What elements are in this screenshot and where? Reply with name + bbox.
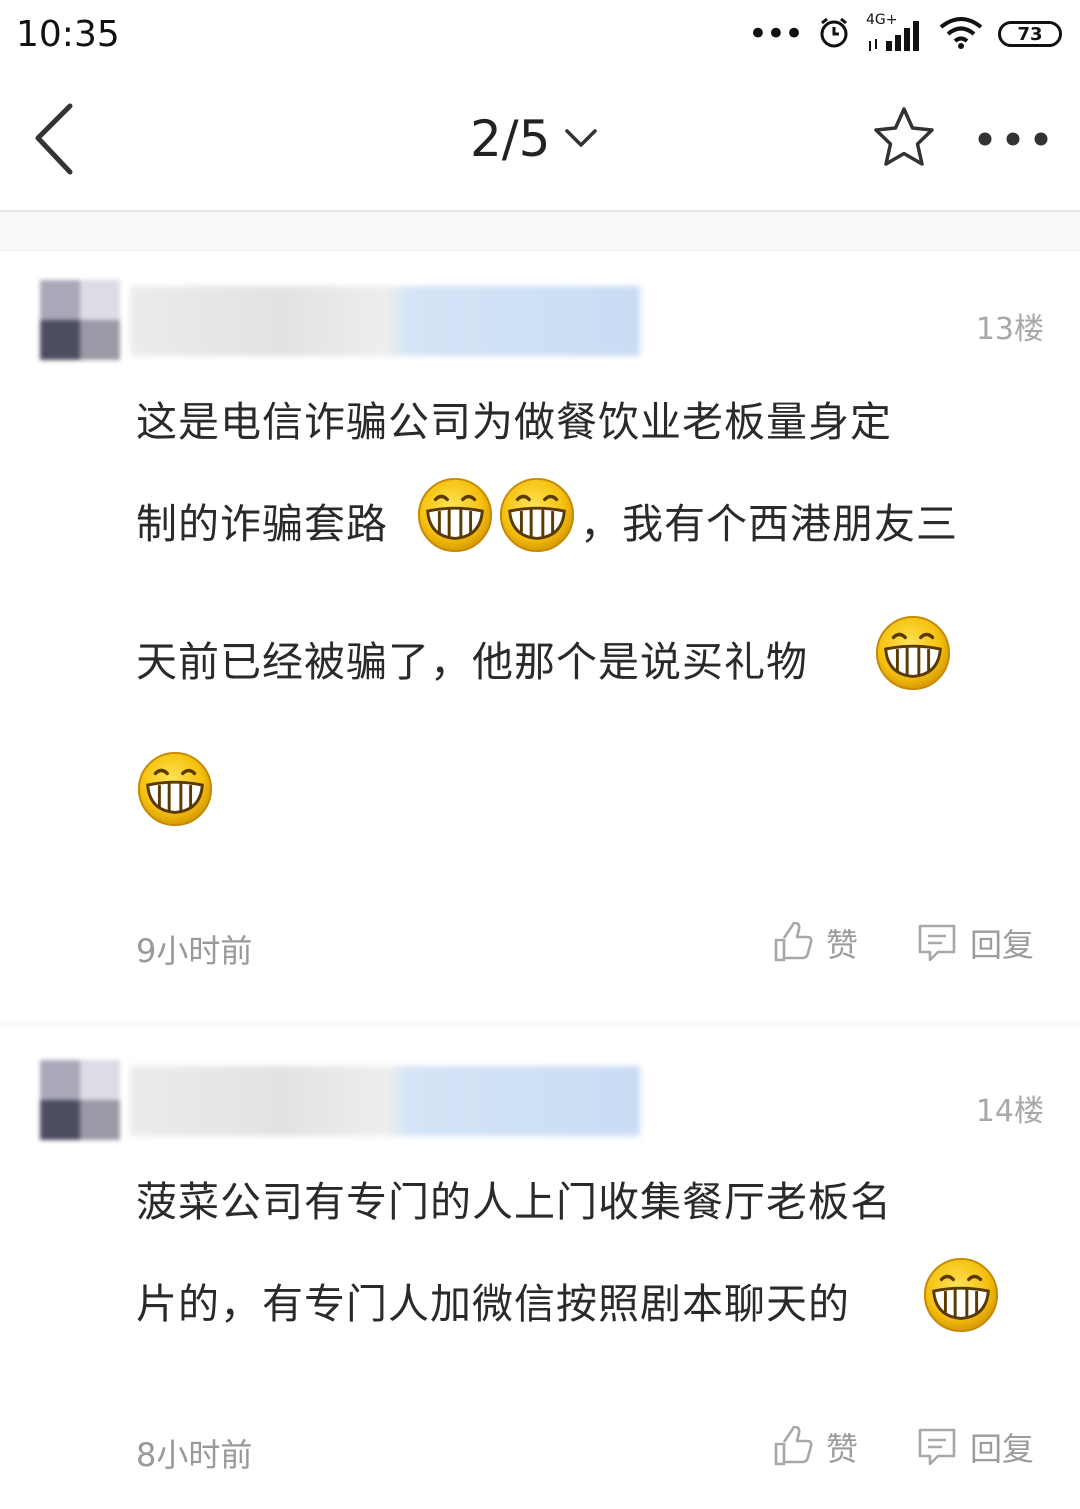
like-label: 赞 bbox=[826, 926, 859, 964]
thumbs-up-icon bbox=[774, 922, 813, 962]
battery-indicator: 73 bbox=[998, 21, 1062, 47]
divider bbox=[0, 212, 1080, 251]
favorite-button[interactable] bbox=[870, 104, 938, 172]
comment-line: 菠菜公司有专门的人上门收集餐厅老板名 bbox=[136, 1178, 892, 1226]
like-button[interactable]: 赞 bbox=[772, 920, 858, 966]
more-button[interactable] bbox=[975, 126, 1051, 152]
chevron-left-icon bbox=[35, 103, 73, 175]
reply-label: 回复 bbox=[970, 1430, 1035, 1468]
comment-line: 这是电信诈骗公司为做餐饮业老板量身定 bbox=[136, 398, 892, 446]
comment-line: 天前已经被骗了，他那个是说买礼物 bbox=[136, 638, 808, 686]
wifi-icon bbox=[938, 15, 984, 53]
signal-icon: 4G+ bbox=[866, 13, 924, 51]
star-icon bbox=[874, 107, 934, 166]
comment-item: 13楼 这是电信诈骗公司为做餐饮业老板量身定 制的诈骗套路 ，我有个西港朋友三 … bbox=[0, 250, 1080, 1020]
grin-emoji-icon bbox=[922, 1256, 1000, 1334]
status-bar: 10:35 ••• 4G+ 73 bbox=[0, 0, 1080, 72]
more-icon bbox=[978, 132, 1048, 146]
page-indicator: 2/5 bbox=[470, 110, 551, 168]
grin-emoji-icon bbox=[416, 476, 494, 554]
comment-item: 14楼 菠菜公司有专门的人上门收集餐厅老板名 片的，有专门人加微信按照剧本聊天的… bbox=[0, 1030, 1080, 1509]
grin-emoji-icon bbox=[874, 614, 952, 692]
status-time: 10:35 bbox=[16, 14, 120, 55]
reply-label: 回复 bbox=[970, 926, 1035, 964]
notification-dots-icon: ••• bbox=[747, 14, 804, 54]
alarm-icon bbox=[816, 14, 852, 54]
avatar[interactable] bbox=[40, 280, 120, 360]
comment-line: 片的，有专门人加微信按照剧本聊天的 bbox=[136, 1280, 850, 1328]
comment-line: ，我有个西港朋友三 bbox=[580, 500, 958, 548]
nav-bar: 2/5 bbox=[0, 72, 1080, 212]
like-label: 赞 bbox=[826, 1430, 859, 1468]
floor-number: 14楼 bbox=[975, 1094, 1044, 1129]
reply-button[interactable]: 回复 bbox=[916, 920, 1034, 966]
like-button[interactable]: 赞 bbox=[772, 1424, 858, 1470]
chevron-down-icon bbox=[565, 129, 598, 147]
grin-emoji-icon bbox=[136, 750, 214, 828]
page-selector[interactable]: 2/5 bbox=[470, 110, 598, 168]
divider bbox=[0, 1020, 1080, 1028]
username-blurred[interactable] bbox=[130, 1066, 640, 1136]
grin-emoji-icon bbox=[498, 476, 576, 554]
comment-icon bbox=[918, 1428, 956, 1466]
comment-line: 制的诈骗套路 bbox=[136, 500, 388, 548]
comment-time: 9小时前 bbox=[136, 932, 253, 970]
thumbs-up-icon bbox=[774, 1426, 813, 1466]
comment-time: 8小时前 bbox=[136, 1436, 253, 1474]
status-icons: ••• 4G+ 73 bbox=[747, 13, 1062, 54]
comment-icon bbox=[918, 924, 956, 962]
back-button[interactable] bbox=[26, 100, 86, 180]
avatar[interactable] bbox=[40, 1060, 120, 1140]
network-type-label: 4G+ bbox=[866, 12, 898, 28]
username-blurred[interactable] bbox=[130, 286, 640, 356]
floor-number: 13楼 bbox=[975, 312, 1044, 347]
reply-button[interactable]: 回复 bbox=[916, 1424, 1034, 1470]
